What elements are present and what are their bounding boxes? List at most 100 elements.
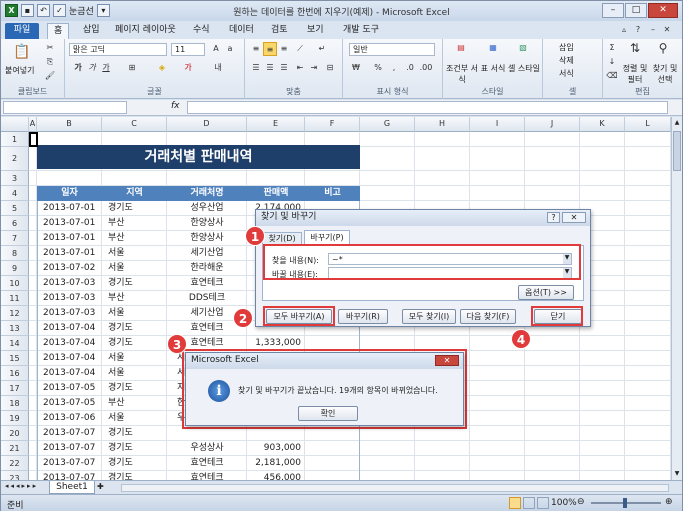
row-header[interactable]: 4 xyxy=(1,186,29,201)
table-cell[interactable]: 2013-07-01 xyxy=(43,246,102,261)
table-cell[interactable]: 2013-07-04 xyxy=(43,321,102,336)
conditional-format-label[interactable]: 조건부 서식 xyxy=(445,63,479,85)
row-header[interactable]: 19 xyxy=(1,411,29,426)
increase-indent-icon[interactable]: ⇥ xyxy=(307,61,321,75)
row-header[interactable]: 23 xyxy=(1,471,29,480)
format-table-label[interactable]: 표 서식 xyxy=(479,63,507,74)
table-cell[interactable]: 한양상사 xyxy=(167,216,247,231)
row-header[interactable]: 1 xyxy=(1,132,29,147)
minimize-button[interactable]: – xyxy=(602,3,624,18)
dialog-close-icon[interactable]: ✕ xyxy=(562,212,586,223)
table-cell[interactable]: 2013-07-01 xyxy=(43,216,102,231)
cell-styles-icon[interactable]: ▧ xyxy=(513,41,533,61)
increase-decimal-icon[interactable]: .0 xyxy=(403,61,417,75)
grow-font-icon[interactable]: A xyxy=(209,42,223,56)
find-select-icon[interactable]: ⚲ xyxy=(653,41,673,61)
format-table-icon[interactable]: ▦ xyxy=(483,41,503,61)
table-cell[interactable]: 2013-07-07 xyxy=(43,471,102,480)
conditional-format-icon[interactable]: ▤ xyxy=(451,41,471,61)
table-cell[interactable]: 우성상사 xyxy=(167,441,247,456)
table-cell[interactable]: 2013-07-02 xyxy=(43,261,102,276)
table-cell[interactable]: 효연테크 xyxy=(167,456,247,471)
autosum-icon[interactable]: Σ xyxy=(605,41,619,55)
formula-input[interactable] xyxy=(187,101,668,114)
merge-center-icon[interactable]: ⊟ xyxy=(323,61,337,75)
table-cell[interactable]: 서울 xyxy=(108,411,167,426)
table-cell[interactable]: 2013-07-03 xyxy=(43,276,102,291)
row-header[interactable]: 18 xyxy=(1,396,29,411)
zoom-slider-thumb[interactable] xyxy=(623,498,627,508)
close-button[interactable]: ✕ xyxy=(648,3,678,18)
table-cell[interactable]: 효연테크 xyxy=(167,471,247,480)
fx-icon[interactable]: fx xyxy=(171,101,180,111)
table-cell[interactable]: 부산 xyxy=(108,231,167,246)
row-header[interactable]: 15 xyxy=(1,351,29,366)
format-painter-icon[interactable]: 🖌 xyxy=(43,69,57,83)
tab-view[interactable]: 보기 xyxy=(301,23,330,39)
clear-icon[interactable]: ⌫ xyxy=(605,69,619,83)
column-header[interactable]: F xyxy=(305,117,360,132)
copy-icon[interactable]: ⎘ xyxy=(43,55,57,69)
tab-formulas[interactable]: 수식 xyxy=(187,23,216,39)
align-bottom-icon[interactable]: ≡ xyxy=(277,42,291,56)
tab-review[interactable]: 검토 xyxy=(265,23,294,39)
row-header[interactable]: 2 xyxy=(1,147,29,171)
percent-icon[interactable]: % xyxy=(371,61,385,75)
column-header[interactable]: A xyxy=(29,117,37,132)
comma-icon[interactable]: , xyxy=(387,61,401,75)
table-cell[interactable]: 2013-07-04 xyxy=(43,366,102,381)
scroll-down-icon[interactable]: ▼ xyxy=(673,470,681,478)
align-right-icon[interactable]: ☰ xyxy=(277,61,291,75)
row-header[interactable]: 11 xyxy=(1,291,29,306)
shrink-font-icon[interactable]: a xyxy=(223,42,237,56)
table-cell[interactable]: 경기도 xyxy=(108,426,167,441)
table-cell[interactable]: 경기도 xyxy=(108,381,167,396)
table-cell[interactable]: 2013-07-07 xyxy=(43,441,102,456)
delete-cells-button[interactable]: 삭제 xyxy=(559,55,574,66)
cell-styles-label[interactable]: 셀 스타일 xyxy=(507,63,541,74)
table-cell[interactable]: 서울 xyxy=(108,261,167,276)
table-cell[interactable]: 서울 xyxy=(108,306,167,321)
phonetic-icon[interactable]: 내 xyxy=(211,61,225,75)
currency-icon[interactable]: ₩ xyxy=(349,61,363,75)
wrap-text-icon[interactable]: ↵ xyxy=(315,42,329,56)
column-header[interactable]: D xyxy=(167,117,247,132)
decrease-indent-icon[interactable]: ⇤ xyxy=(293,61,307,75)
sort-filter-icon[interactable]: ⇅ xyxy=(625,41,645,61)
orientation-icon[interactable]: ⟋ xyxy=(293,42,307,56)
table-cell[interactable]: 경기도 xyxy=(108,276,167,291)
options-button[interactable]: 옵션(T) >> xyxy=(518,285,574,300)
row-header[interactable]: 12 xyxy=(1,306,29,321)
table-cell[interactable]: 부산 xyxy=(108,216,167,231)
table-cell[interactable]: 903,000 xyxy=(247,441,301,456)
column-header[interactable]: H xyxy=(415,117,470,132)
vertical-scrollbar[interactable]: ▲ ▼ xyxy=(671,117,682,480)
horizontal-scrollbar[interactable] xyxy=(121,484,669,492)
table-cell[interactable]: 2013-07-03 xyxy=(43,291,102,306)
fill-color-icon[interactable]: ◈ xyxy=(155,61,169,75)
row-header[interactable]: 22 xyxy=(1,456,29,471)
column-header[interactable]: I xyxy=(470,117,525,132)
row-header[interactable]: 10 xyxy=(1,276,29,291)
table-cell[interactable]: 부산 xyxy=(108,396,167,411)
zoom-in-icon[interactable]: ⊕ xyxy=(665,497,673,507)
row-header[interactable]: 13 xyxy=(1,321,29,336)
column-header[interactable]: C xyxy=(102,117,167,132)
row-header[interactable]: 3 xyxy=(1,171,29,186)
table-cell[interactable]: 2013-07-06 xyxy=(43,411,102,426)
tab-developer[interactable]: 개발 도구 xyxy=(337,23,385,39)
column-header[interactable]: L xyxy=(625,117,671,132)
table-cell[interactable]: 2013-07-05 xyxy=(43,396,102,411)
sheet-tab-sheet1[interactable]: Sheet1 xyxy=(49,481,95,494)
tab-page-layout[interactable]: 페이지 레이아웃 xyxy=(109,23,182,39)
page-layout-view-icon[interactable] xyxy=(523,497,535,509)
table-cell[interactable]: 성우산업 xyxy=(167,201,247,216)
replace-button[interactable]: 바꾸기(R) xyxy=(338,309,388,324)
cut-icon[interactable]: ✂ xyxy=(43,41,57,55)
table-cell[interactable]: 2013-07-07 xyxy=(43,426,102,441)
column-header[interactable]: J xyxy=(525,117,580,132)
table-cell[interactable]: 2013-07-03 xyxy=(43,306,102,321)
scroll-up-icon[interactable]: ▲ xyxy=(673,119,681,127)
table-cell[interactable]: 2013-07-05 xyxy=(43,381,102,396)
row-header[interactable]: 14 xyxy=(1,336,29,351)
